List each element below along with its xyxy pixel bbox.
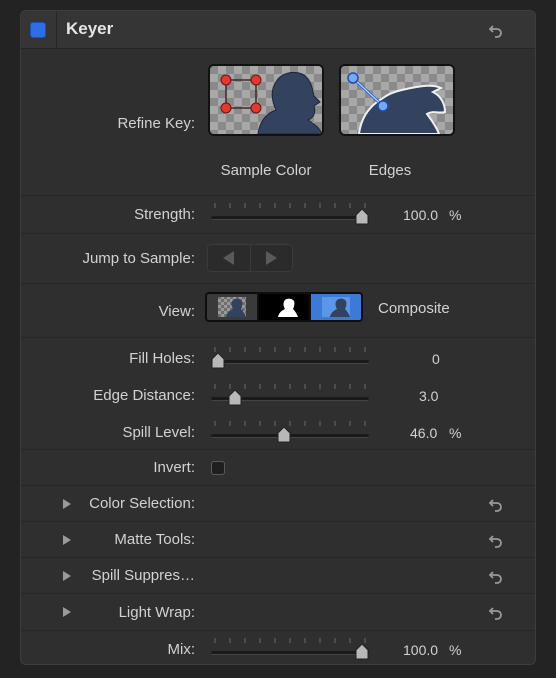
light-wrap-label: Light Wrap:	[118, 604, 195, 621]
disclosure-triangle-icon[interactable]	[63, 499, 71, 509]
slider-knob[interactable]	[355, 644, 369, 660]
edge-distance-label: Edge Distance:	[93, 387, 195, 404]
next-sample-button[interactable]	[249, 245, 293, 271]
edges-button[interactable]	[339, 64, 455, 136]
spill-level-unit: %	[449, 425, 462, 441]
color-selection-group[interactable]: Color Selection:	[21, 486, 535, 522]
view-mode-selector	[205, 292, 363, 322]
spill-suppression-group[interactable]: Spill Suppres…	[21, 558, 535, 594]
arrow-left-icon	[223, 251, 235, 265]
edge-distance-slider[interactable]	[211, 384, 369, 406]
fill-holes-value[interactable]: 0	[432, 351, 440, 367]
edge-distance-value[interactable]: 3.0	[419, 388, 438, 404]
slider-ticks	[214, 384, 366, 389]
sample-color-caption: Sample Color	[220, 162, 312, 179]
spill-suppression-label: Spill Suppres…	[91, 567, 195, 584]
jump-to-sample-label: Jump to Sample:	[82, 250, 195, 267]
sample-color-thumbnail-icon	[210, 66, 322, 134]
reset-icon[interactable]	[488, 22, 504, 38]
mix-label: Mix:	[167, 641, 196, 658]
view-mode-text: Composite	[378, 300, 450, 317]
slider-track	[211, 216, 369, 220]
matte-tools-label: Matte Tools:	[114, 531, 195, 548]
previous-sample-button[interactable]	[208, 245, 250, 271]
strength-row: Strength: 100.0 %	[21, 196, 535, 234]
mix-value[interactable]: 100.0	[403, 642, 438, 658]
view-matte-button[interactable]	[257, 294, 309, 320]
spill-level-row: Spill Level: 46.0 %	[21, 412, 535, 450]
invert-checkbox[interactable]	[211, 461, 225, 475]
reset-icon[interactable]	[488, 532, 504, 548]
light-wrap-group[interactable]: Light Wrap:	[21, 594, 535, 631]
invert-label: Invert:	[153, 459, 195, 476]
reset-icon[interactable]	[488, 568, 504, 584]
edge-distance-row: Edge Distance: 3.0	[21, 375, 535, 412]
enable-checkbox[interactable]	[30, 22, 46, 38]
reset-icon[interactable]	[488, 604, 504, 620]
refine-key-label: Refine Key:	[117, 115, 195, 132]
refine-key-row: Refine Key: Sample Color Edges	[21, 50, 535, 196]
spill-level-slider[interactable]	[211, 421, 369, 443]
view-label: View:	[158, 303, 195, 320]
fill-holes-row: Fill Holes: 0	[21, 338, 535, 375]
jump-to-sample-buttons	[207, 244, 293, 272]
composite-view-icon	[322, 297, 350, 317]
mix-unit: %	[449, 642, 462, 658]
keyer-panel: Keyer Refine Key: Sample Color Edges Str…	[20, 10, 536, 665]
slider-track	[211, 360, 369, 364]
fill-holes-slider[interactable]	[211, 347, 369, 369]
slider-ticks	[214, 347, 366, 352]
arrow-right-icon	[265, 251, 277, 265]
disclosure-triangle-icon[interactable]	[63, 535, 71, 545]
edges-caption: Edges	[368, 162, 412, 179]
strength-unit: %	[449, 207, 462, 223]
matte-tools-group[interactable]: Matte Tools:	[21, 522, 535, 558]
keyer-header: Keyer	[21, 11, 535, 49]
strength-label: Strength:	[134, 206, 195, 223]
view-row: View: Composite	[21, 284, 535, 338]
header-divider	[56, 11, 57, 49]
sample-color-button[interactable]	[208, 64, 324, 136]
strength-slider[interactable]	[211, 203, 369, 225]
reset-icon[interactable]	[488, 496, 504, 512]
slider-knob[interactable]	[355, 209, 369, 225]
strength-value[interactable]: 100.0	[403, 207, 438, 223]
edges-thumbnail-icon	[341, 66, 453, 134]
slider-ticks	[214, 203, 366, 208]
slider-knob[interactable]	[277, 427, 291, 443]
effect-title: Keyer	[66, 19, 114, 38]
slider-track	[211, 651, 369, 655]
jump-to-sample-row: Jump to Sample:	[21, 234, 535, 284]
spill-level-value[interactable]: 46.0	[410, 425, 437, 441]
inspector-frame: Keyer Refine Key: Sample Color Edges Str…	[0, 0, 556, 678]
disclosure-triangle-icon[interactable]	[63, 571, 71, 581]
view-original-button[interactable]	[207, 294, 257, 320]
matte-view-icon	[270, 297, 298, 317]
slider-ticks	[214, 421, 366, 426]
original-view-icon	[218, 297, 246, 317]
disclosure-triangle-icon[interactable]	[63, 607, 71, 617]
color-selection-label: Color Selection:	[89, 495, 195, 512]
slider-knob[interactable]	[211, 353, 225, 369]
mix-row: Mix: 100.0 %	[21, 631, 535, 664]
mix-slider[interactable]	[211, 638, 369, 660]
fill-holes-label: Fill Holes:	[129, 350, 195, 367]
spill-level-label: Spill Level:	[122, 424, 195, 441]
slider-ticks	[214, 638, 366, 643]
view-composite-button[interactable]	[309, 294, 361, 320]
invert-row: Invert:	[21, 450, 535, 486]
slider-knob[interactable]	[228, 390, 242, 406]
